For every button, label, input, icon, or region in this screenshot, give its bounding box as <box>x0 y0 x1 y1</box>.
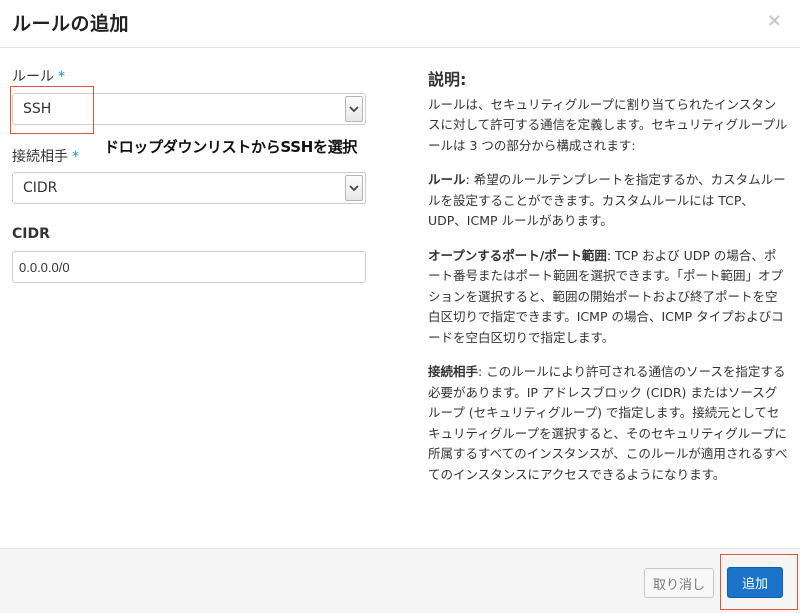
help-port: オープンするポート/ポート範囲: TCP および UDP の場合、ポート番号また… <box>428 246 788 349</box>
required-mark: * <box>72 149 79 165</box>
remote-label-text: 接続相手 <box>12 149 68 165</box>
cidr-input[interactable] <box>12 251 366 283</box>
add-highlight-box <box>720 554 798 610</box>
dialog-title: ルールの追加 <box>12 13 130 35</box>
remote-select[interactable]: CIDR <box>12 172 366 204</box>
rule-label-text: ルール <box>12 69 54 85</box>
chevron-down-icon <box>345 96 363 122</box>
help-remote-desc: : このルールにより許可される通信のソースを指定する必要があります。IP アドレ… <box>428 364 788 482</box>
close-icon[interactable]: × <box>767 10 782 31</box>
rule-highlight-box <box>10 86 94 134</box>
help-intro: ルールは、セキュリティグループに割り当てられたインスタンスに対して許可する通信を… <box>428 96 788 153</box>
chevron-down-icon <box>345 175 363 201</box>
remote-select-value: CIDR <box>23 180 58 196</box>
help-rule: ルール: 希望のルールテンプレートを指定するか、カスタムルールを設定することがで… <box>428 170 788 232</box>
rule-label: ルール * <box>12 66 65 86</box>
modal-header: ルールの追加 × <box>0 0 800 48</box>
annotation-text: ドロップダウンリストからSSHを選択 <box>104 138 358 156</box>
cidr-label: CIDR <box>12 226 50 242</box>
help-title: 説明: <box>428 70 467 89</box>
cancel-button[interactable]: 取り消し <box>644 568 714 598</box>
help-remote: 接続相手: このルールにより許可される通信のソースを指定する必要があります。IP… <box>428 362 788 485</box>
help-remote-term: 接続相手 <box>428 364 479 379</box>
help-port-term: オープンするポート/ポート範囲 <box>428 247 607 263</box>
help-rule-term: ルール <box>428 172 466 187</box>
help-panel: 説明: ルールは、セキュリティグループに割り当てられたインスタンスに対して許可す… <box>428 70 788 499</box>
required-mark: * <box>58 69 65 85</box>
help-rule-desc: : 希望のルールテンプレートを指定するか、カスタムルールを設定することができます… <box>428 172 786 228</box>
remote-label: 接続相手 * <box>12 146 79 166</box>
